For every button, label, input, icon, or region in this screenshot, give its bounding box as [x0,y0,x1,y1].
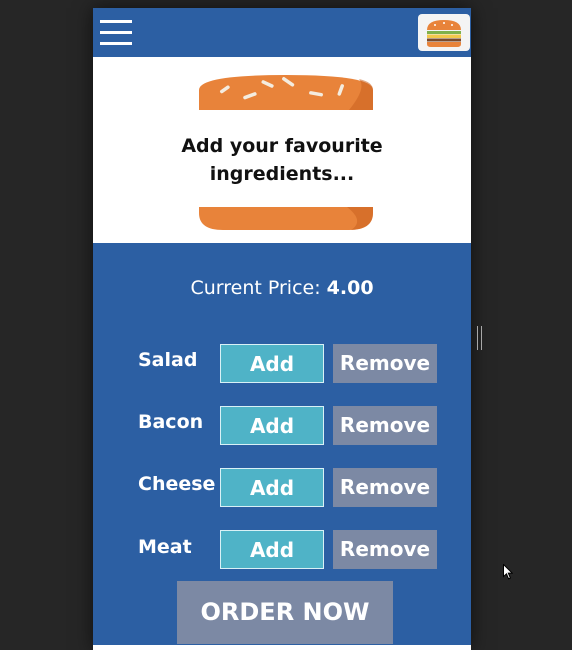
ingredient-label-cheese: Cheese [138,473,216,495]
top-bar [93,8,471,57]
bun-bottom-image [199,207,373,230]
remove-meat-button[interactable]: Remove [333,530,437,569]
add-bacon-button[interactable]: Add [220,406,324,445]
hero-section: Add your favourite ingredients... [93,57,471,243]
phone-frame: Add your favourite ingredients... Curren… [93,8,471,650]
remove-bacon-button[interactable]: Remove [333,406,437,445]
bottom-strip [93,645,471,650]
ingredients-panel: Current Price: 4.00 Salad Add Remove Bac… [93,243,471,645]
remove-cheese-button[interactable]: Remove [333,468,437,507]
current-price-label: Current Price: [190,277,321,299]
current-price-value: 4.00 [326,277,374,299]
ingredient-label-salad: Salad [138,349,198,371]
order-now-button[interactable]: ORDER NOW [177,581,393,644]
burger-icon[interactable] [418,14,470,51]
ingredient-label-meat: Meat [138,536,192,558]
remove-salad-button[interactable]: Remove [333,344,437,383]
add-cheese-button[interactable]: Add [220,468,324,507]
hero-title: Add your favourite ingredients... [181,135,383,185]
ingredient-label-bacon: Bacon [138,411,204,433]
current-price: Current Price: 4.00 [93,277,471,299]
bun-top-image [199,75,373,110]
add-meat-button[interactable]: Add [220,530,324,569]
resize-handle-icon[interactable] [477,326,483,350]
mouse-cursor-icon [503,564,513,580]
add-salad-button[interactable]: Add [220,344,324,383]
hamburger-menu-icon[interactable] [100,20,132,46]
